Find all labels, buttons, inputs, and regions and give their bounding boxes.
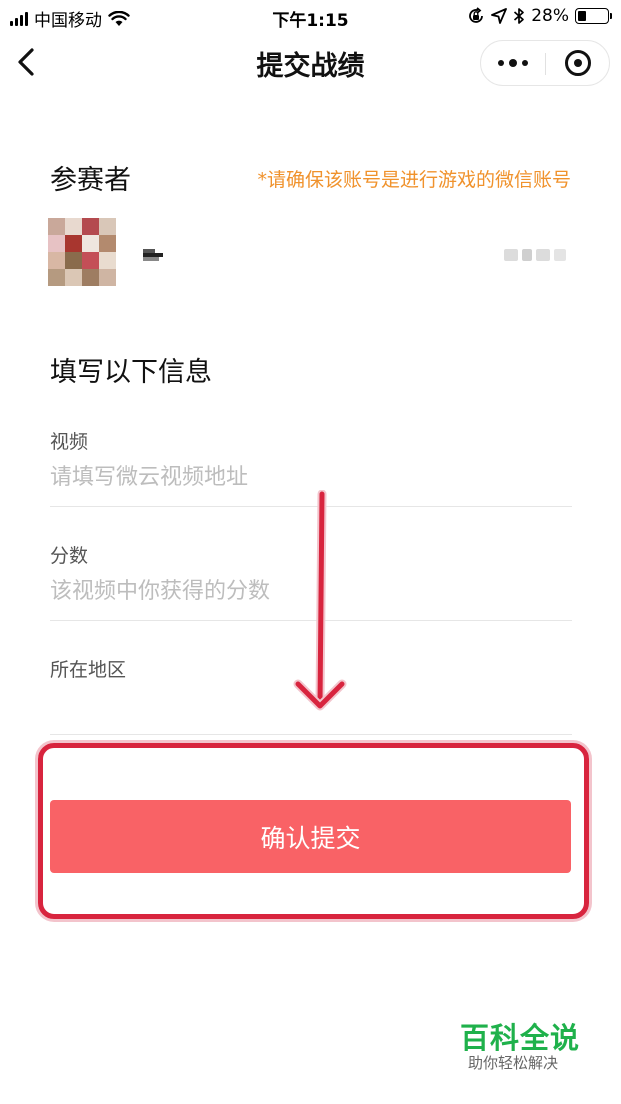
watermark-subtitle: 助你轻松解决 bbox=[468, 1054, 559, 1072]
account-id-blurred bbox=[504, 247, 570, 263]
orientation-lock-icon bbox=[469, 7, 484, 23]
battery-percent: 28% bbox=[531, 6, 569, 26]
mini-program-capsule bbox=[480, 40, 610, 86]
nickname-blurred bbox=[143, 249, 163, 261]
score-label: 分数 bbox=[50, 545, 89, 567]
more-dots-icon bbox=[498, 60, 504, 66]
battery-level bbox=[578, 11, 586, 21]
bluetooth-icon bbox=[514, 8, 525, 24]
avatar bbox=[48, 218, 116, 286]
location-arrow-icon bbox=[491, 8, 508, 24]
form-title: 填写以下信息 bbox=[50, 357, 212, 388]
account-notice: *请确保该账号是进行游戏的微信账号 bbox=[257, 169, 571, 191]
watermark-title: 百科全说 bbox=[460, 1021, 581, 1055]
status-bar: 中国移动 下午1:15 28% bbox=[0, 0, 621, 34]
participant-title: 参赛者 bbox=[50, 165, 131, 196]
region-label: 所在地区 bbox=[50, 659, 127, 681]
target-circle-icon bbox=[565, 50, 591, 76]
close-button[interactable] bbox=[546, 41, 610, 85]
annotation-arrow-icon bbox=[293, 490, 347, 711]
battery-icon bbox=[575, 8, 612, 24]
nav-bar: 提交战绩 bbox=[0, 34, 621, 90]
video-label: 视频 bbox=[50, 431, 89, 453]
confirm-submit-button[interactable]: 确认提交 bbox=[50, 800, 571, 873]
status-bar-right: 28% bbox=[467, 6, 612, 26]
more-button[interactable] bbox=[481, 41, 545, 85]
